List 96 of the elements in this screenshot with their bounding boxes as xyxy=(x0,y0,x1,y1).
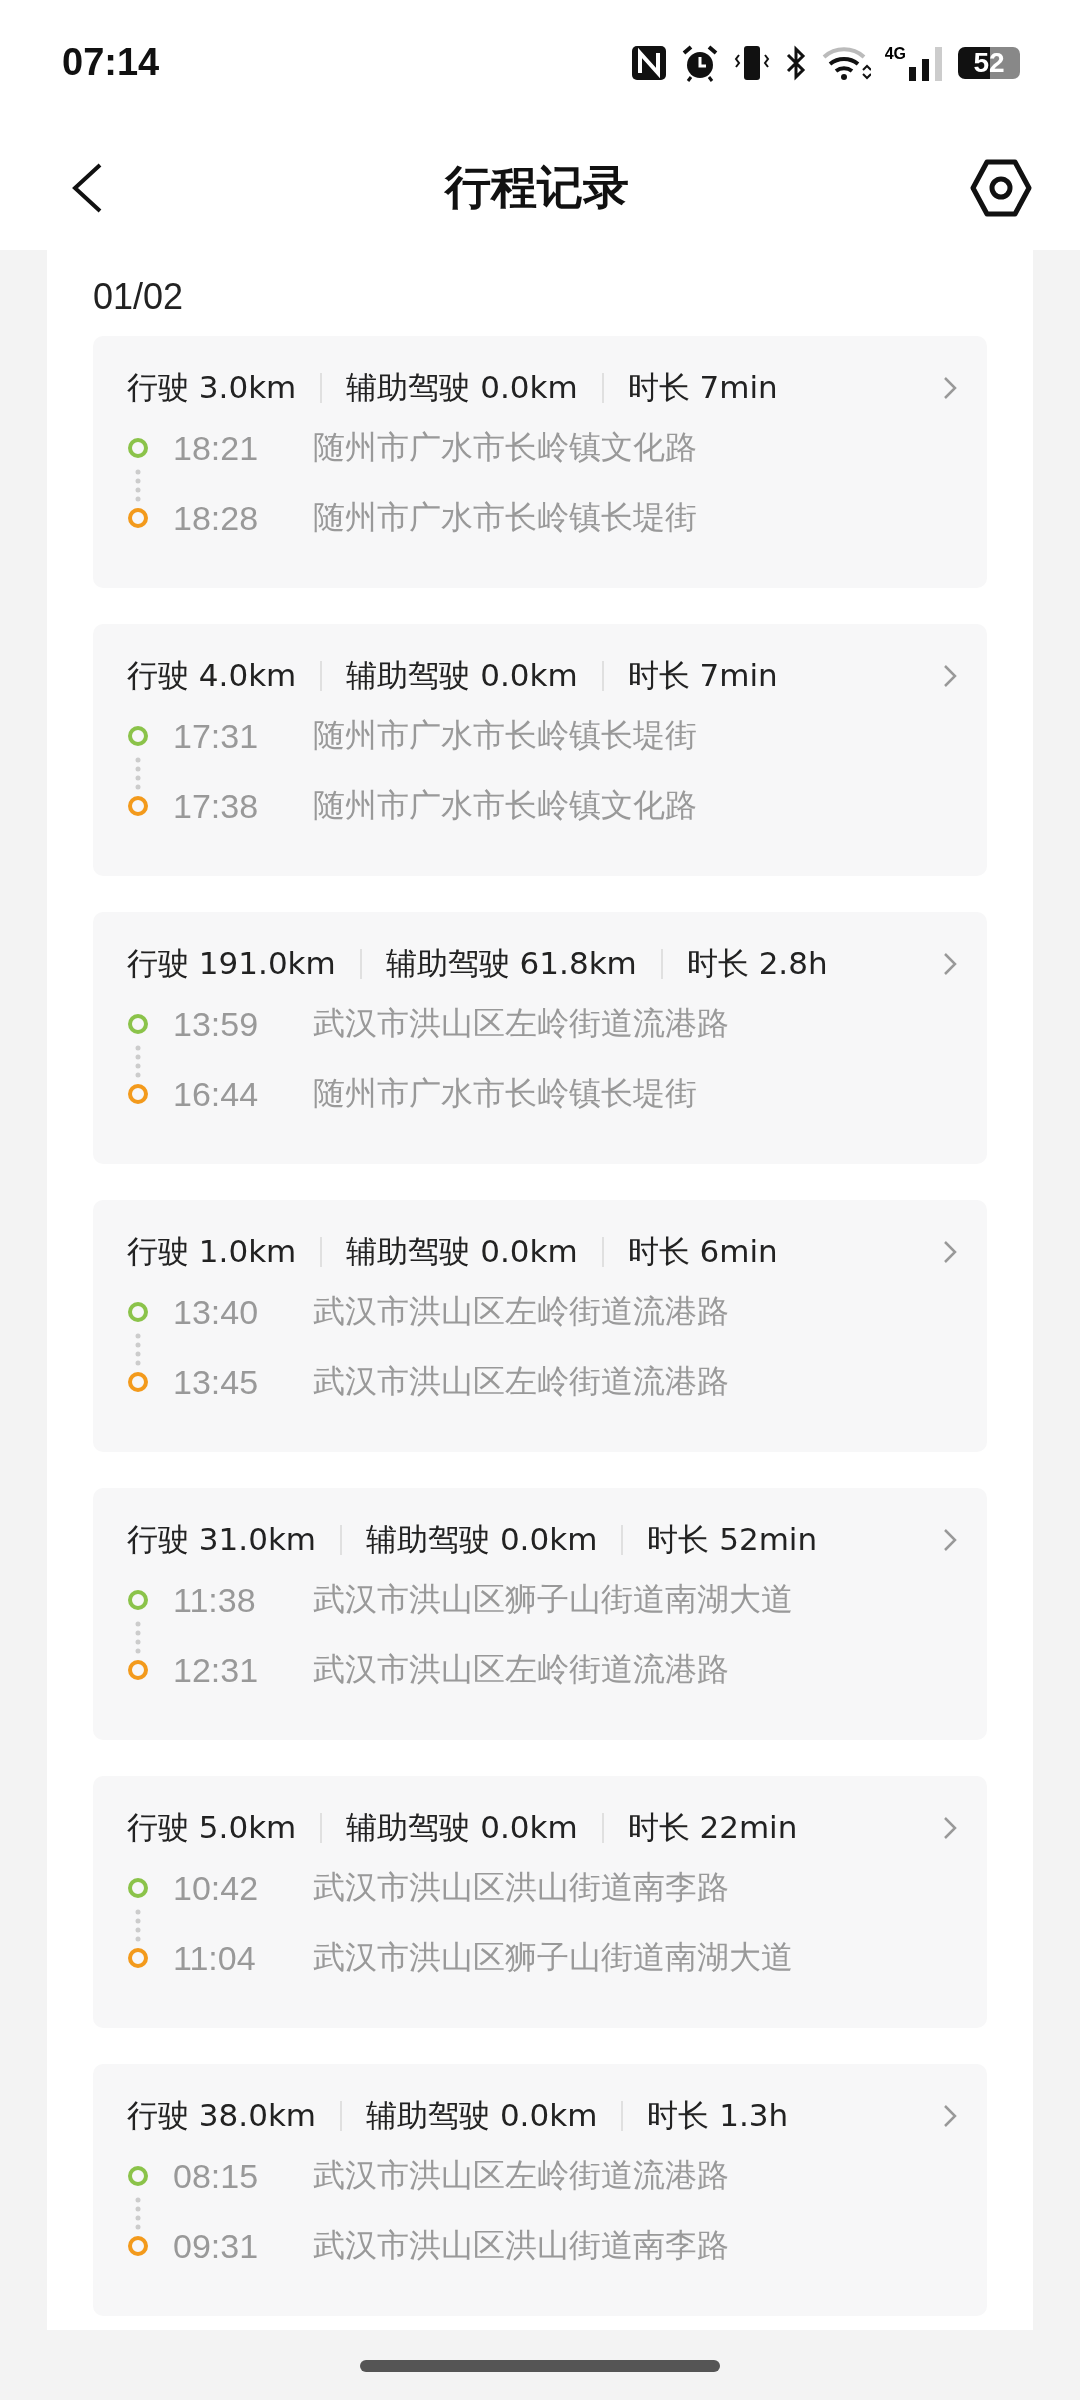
end-point-icon xyxy=(127,1083,149,1105)
distance-text: 行驶 5.0km xyxy=(127,1808,297,1847)
page-title: 行程记录 xyxy=(445,158,629,216)
trip-card[interactable]: 行驶 4.0km 辅助驾驶 0.0km 时长 7min 17:31 随州市广水市长岭镇长堤街 17:38 随州市广水市长岭镇文化路 xyxy=(93,624,987,876)
start-location: 武汉市洪山区洪山街道南李路 xyxy=(313,1867,729,1908)
vibrate-icon xyxy=(732,44,771,81)
duration-text: 时长 2.8h xyxy=(686,944,828,983)
duration-text: 时长 7min xyxy=(627,368,778,407)
assisted-distance-text: 辅助驾驶 0.0km xyxy=(366,2096,598,2135)
start-time: 13:40 xyxy=(173,1292,260,1332)
battery-indicator: 52 xyxy=(958,46,1020,79)
end-location: 武汉市洪山区左岭街道流港路 xyxy=(313,1361,729,1402)
route-connector-icon xyxy=(135,468,141,504)
duration-text: 时长 6min xyxy=(627,1232,778,1271)
end-time: 17:38 xyxy=(173,786,260,826)
route-connector-icon xyxy=(135,1620,141,1656)
start-point-icon xyxy=(127,725,149,747)
start-point-icon xyxy=(127,1877,149,1899)
network-type: 4G xyxy=(884,44,906,63)
end-time: 12:31 xyxy=(173,1650,260,1690)
route-connector-icon xyxy=(135,1044,141,1080)
end-location: 武汉市洪山区左岭街道流港路 xyxy=(313,1649,729,1690)
start-time: 17:31 xyxy=(173,716,260,756)
chevron-icon xyxy=(943,2104,957,2128)
start-point-icon xyxy=(127,1301,149,1323)
trip-card[interactable]: 行驶 191.0km 辅助驾驶 61.8km 时长 2.8h 13:59 武汉市洪山区左岭街道流港路 16:44 随州市广水市长岭镇长堤街 xyxy=(93,912,987,1164)
start-location: 武汉市洪山区狮子山街道南湖大道 xyxy=(313,1579,793,1620)
start-time: 08:15 xyxy=(173,2156,260,2196)
end-time: 18:28 xyxy=(173,498,260,538)
assisted-distance-text: 辅助驾驶 61.8km xyxy=(385,944,637,983)
end-time: 09:31 xyxy=(173,2226,260,2266)
alarm-icon xyxy=(680,43,719,82)
start-point-icon xyxy=(127,437,149,459)
signal-icon xyxy=(908,44,944,81)
end-point-icon xyxy=(127,2235,149,2257)
start-point-icon xyxy=(127,1589,149,1611)
route-connector-icon xyxy=(135,1332,141,1368)
end-location: 随州市广水市长岭镇长堤街 xyxy=(313,1073,697,1114)
distance-text: 行驶 1.0km xyxy=(127,1232,297,1271)
duration-text: 时长 22min xyxy=(627,1808,798,1847)
assisted-distance-text: 辅助驾驶 0.0km xyxy=(346,368,578,407)
trip-card[interactable]: 行驶 38.0km 辅助驾驶 0.0km 时长 1.3h 08:15 武汉市洪山区左岭街道流港路 09:31 武汉市洪山区洪山街道南李路 xyxy=(93,2064,987,2316)
end-point-icon xyxy=(127,507,149,529)
assisted-distance-text: 辅助驾驶 0.0km xyxy=(366,1520,598,1559)
trip-card[interactable]: 行驶 1.0km 辅助驾驶 0.0km 时长 6min 13:40 武汉市洪山区左岭街道流港路 13:45 武汉市洪山区左岭街道流港路 xyxy=(93,1200,987,1452)
end-location: 武汉市洪山区狮子山街道南湖大道 xyxy=(313,1937,793,1978)
start-point-icon xyxy=(127,2165,149,2187)
distance-text: 行驶 191.0km xyxy=(127,944,336,983)
status-time: 07:14 xyxy=(62,41,160,84)
start-location: 随州市广水市长岭镇文化路 xyxy=(313,427,697,468)
chevron-icon xyxy=(943,664,957,688)
start-time: 11:38 xyxy=(173,1580,257,1620)
start-location: 武汉市洪山区左岭街道流港路 xyxy=(313,1291,729,1332)
back-icon[interactable] xyxy=(70,161,104,214)
trip-card[interactable]: 行驶 5.0km 辅助驾驶 0.0km 时长 22min 10:42 武汉市洪山区洪山街道南李路 11:04 武汉市洪山区狮子山街道南湖大道 xyxy=(93,1776,987,2028)
end-point-icon xyxy=(127,1371,149,1393)
date-label: 01/02 xyxy=(93,276,185,318)
end-point-icon xyxy=(127,795,149,817)
distance-text: 行驶 38.0km xyxy=(127,2096,317,2135)
start-location: 随州市广水市长岭镇长堤街 xyxy=(313,715,697,756)
assisted-distance-text: 辅助驾驶 0.0km xyxy=(346,1808,578,1847)
duration-text: 时长 52min xyxy=(647,1520,818,1559)
distance-text: 行驶 4.0km xyxy=(127,656,297,695)
bluetooth-icon xyxy=(784,44,807,81)
distance-text: 行驶 31.0km xyxy=(127,1520,317,1559)
end-time: 16:44 xyxy=(173,1074,260,1114)
end-location: 随州市广水市长岭镇长堤街 xyxy=(313,497,697,538)
route-connector-icon xyxy=(135,756,141,792)
route-connector-icon xyxy=(135,1908,141,1944)
assisted-distance-text: 辅助驾驶 0.0km xyxy=(346,656,578,695)
wifi-icon xyxy=(820,45,871,80)
assisted-distance-text: 辅助驾驶 0.0km xyxy=(346,1232,578,1271)
duration-text: 时长 1.3h xyxy=(647,2096,789,2135)
start-point-icon xyxy=(127,1013,149,1035)
chevron-icon xyxy=(943,1816,957,1840)
end-time: 11:04 xyxy=(173,1938,257,1978)
chevron-icon xyxy=(943,376,957,400)
duration-text: 时长 7min xyxy=(627,656,778,695)
end-time: 13:45 xyxy=(173,1362,260,1402)
end-point-icon xyxy=(127,1659,149,1681)
start-location: 武汉市洪山区左岭街道流港路 xyxy=(313,2155,729,2196)
chevron-icon xyxy=(943,1240,957,1264)
end-location: 随州市广水市长岭镇文化路 xyxy=(313,785,697,826)
end-point-icon xyxy=(127,1947,149,1969)
start-time: 10:42 xyxy=(173,1868,260,1908)
start-time: 18:21 xyxy=(173,428,260,468)
nfc-icon xyxy=(630,44,667,81)
start-location: 武汉市洪山区左岭街道流港路 xyxy=(313,1003,729,1044)
start-time: 13:59 xyxy=(173,1004,260,1044)
chevron-icon xyxy=(943,1528,957,1552)
end-location: 武汉市洪山区洪山街道南李路 xyxy=(313,2225,729,2266)
trip-card[interactable]: 行驶 31.0km 辅助驾驶 0.0km 时长 52min 11:38 武汉市洪山区狮子山街道南湖大道 12:31 武汉市洪山区左岭街道流港路 xyxy=(93,1488,987,1740)
trip-card[interactable]: 行驶 3.0km 辅助驾驶 0.0km 时长 7min 18:21 随州市广水市长岭镇文化路 18:28 随州市广水市长岭镇长堤街 xyxy=(93,336,987,588)
route-connector-icon xyxy=(135,2196,141,2232)
chevron-icon xyxy=(943,952,957,976)
distance-text: 行驶 3.0km xyxy=(127,368,297,407)
